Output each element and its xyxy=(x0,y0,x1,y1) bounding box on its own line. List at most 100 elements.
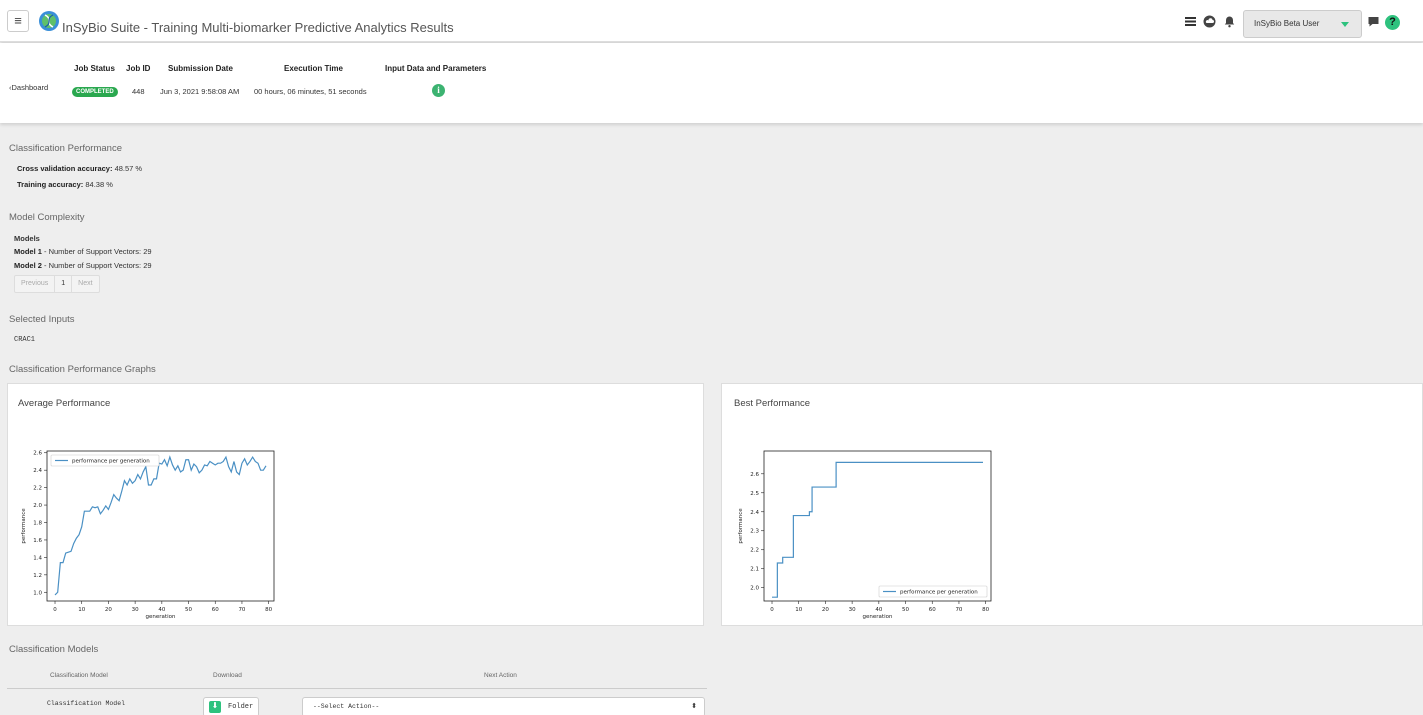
x-tick-label: 70 xyxy=(955,607,962,613)
x-tick-label: 50 xyxy=(185,607,192,613)
cv-accuracy: Cross validation accuracy: 48.57 % xyxy=(17,164,142,173)
x-tick-label: 60 xyxy=(212,607,219,613)
selected-input-value: CRAC1 xyxy=(14,336,36,344)
x-axis-label: generation xyxy=(863,614,893,620)
execution-time-value: 00 hours, 06 minutes, 51 seconds xyxy=(254,87,367,96)
x-tick-label: 70 xyxy=(238,607,245,613)
pagination-page-1[interactable]: 1 xyxy=(55,276,73,292)
help-icon[interactable]: ? xyxy=(1385,15,1400,30)
y-tick-label: 2.6 xyxy=(750,472,759,478)
y-tick-label: 2.5 xyxy=(750,491,759,497)
user-name: InSyBio Beta User xyxy=(1254,19,1320,28)
x-tick-label: 0 xyxy=(770,607,774,613)
dashboard-label: Dashboard xyxy=(11,83,49,92)
y-tick-label: 2.3 xyxy=(750,529,759,535)
x-tick-label: 40 xyxy=(158,607,165,613)
x-tick-label: 60 xyxy=(929,607,936,613)
top-bar: ≡ InSyBio Suite - Training Multi-biomark… xyxy=(0,0,1423,42)
next-action-select[interactable]: --Select Action-- ⬍ xyxy=(302,697,705,715)
y-tick-label: 2.6 xyxy=(33,451,42,457)
y-tick-label: 2.4 xyxy=(750,510,759,516)
hamburger-menu-icon[interactable]: ≡ xyxy=(7,10,29,32)
y-axis-label: performance xyxy=(738,508,744,544)
x-tick-label: 30 xyxy=(849,607,856,613)
select-arrows-icon: ⬍ xyxy=(691,703,697,711)
cv-accuracy-value: 48.57 % xyxy=(114,164,143,173)
pagination: Previous 1 Next xyxy=(14,275,100,293)
column-next-action: Next Action xyxy=(484,672,517,679)
y-tick-label: 1.2 xyxy=(33,573,42,579)
y-tick-label: 1.4 xyxy=(33,555,42,561)
classification-models-title: Classification Models xyxy=(9,644,99,655)
insybio-logo-icon xyxy=(39,11,59,31)
training-accuracy-value: 84.38 % xyxy=(85,180,113,189)
user-dropdown[interactable]: InSyBio Beta User xyxy=(1243,10,1362,38)
job-id-header: Job ID xyxy=(126,64,151,73)
download-icon: ⬇ xyxy=(209,701,221,713)
model-complexity-title: Model Complexity xyxy=(9,212,85,223)
x-tick-label: 80 xyxy=(982,607,989,613)
y-tick-label: 2.0 xyxy=(750,586,759,592)
x-tick-label: 40 xyxy=(875,607,882,613)
plot-frame xyxy=(763,450,992,602)
model-1-text: - Number of Support Vectors: 29 xyxy=(44,247,152,256)
dashboard-back-link[interactable]: ‹Dashboard xyxy=(9,83,48,92)
bell-icon[interactable] xyxy=(1223,15,1236,28)
job-status-header: Job Status xyxy=(74,64,115,73)
column-download: Download xyxy=(213,672,242,679)
best-performance-chart: 0 10 20 30 40 50 60 70 80 2.0 2.1 2.2 2.3 2.4 2.5 2.6 ge… xyxy=(738,450,992,620)
list-icon[interactable] xyxy=(1184,15,1197,28)
training-accuracy: Training accuracy: 84.38 % xyxy=(17,180,113,189)
y-tick-label: 2.0 xyxy=(33,503,42,509)
submission-date-header: Submission Date xyxy=(168,64,233,73)
model-1-label: Model 1 xyxy=(14,247,42,256)
average-performance-chart: 0 10 20 30 40 50 60 70 80 1.0 1.2 1.4 1.6 1.8 2.0 2.2 2.… xyxy=(21,450,275,620)
x-axis-label: generation xyxy=(146,614,176,620)
x-tick-label: 10 xyxy=(795,607,802,613)
model-2-text: - Number of Support Vectors: 29 xyxy=(44,261,152,270)
legend-label: performance per generation xyxy=(72,459,150,465)
job-id-value: 448 xyxy=(132,87,145,96)
y-tick-label: 1.8 xyxy=(33,521,42,527)
x-tick-label: 10 xyxy=(78,607,85,613)
y-tick-label: 2.2 xyxy=(750,548,759,554)
average-performance-card: Average Performance 0 10 20 30 40 50 60 70 80 1.0… xyxy=(7,383,704,626)
x-tick-label: 0 xyxy=(53,607,57,613)
folder-label: Folder xyxy=(228,703,254,711)
cv-accuracy-label: Cross validation accuracy: xyxy=(17,164,113,173)
status-badge: COMPLETED xyxy=(72,87,118,97)
legend-label: performance per generation xyxy=(900,590,978,596)
y-tick-label: 2.1 xyxy=(750,567,759,573)
x-tick-label: 20 xyxy=(105,607,112,613)
model-2-label: Model 2 xyxy=(14,261,42,270)
y-tick-label: 1.0 xyxy=(33,590,42,596)
execution-time-header: Execution Time xyxy=(284,64,343,73)
input-data-header: Input Data and Parameters xyxy=(385,64,487,73)
training-accuracy-label: Training accuracy: xyxy=(17,180,84,189)
y-axis-label: performance xyxy=(21,508,27,544)
cloud-icon[interactable] xyxy=(1203,15,1216,28)
model-1-row: Model 1 - Number of Support Vectors: 29 xyxy=(14,247,152,256)
x-tick-label: 20 xyxy=(822,607,829,613)
job-summary-panel: ‹Dashboard Job Status Job ID Submission … xyxy=(0,43,1423,123)
x-tick-label: 50 xyxy=(902,607,909,613)
pagination-previous[interactable]: Previous xyxy=(15,276,56,292)
chat-icon[interactable] xyxy=(1367,15,1380,28)
info-icon[interactable]: i xyxy=(432,84,445,97)
next-action-value: --Select Action-- xyxy=(313,703,380,710)
x-tick-label: 80 xyxy=(265,607,272,613)
submission-date-value: Jun 3, 2021 9:58:08 AM xyxy=(160,87,240,96)
models-label: Models xyxy=(14,234,40,243)
model-2-row: Model 2 - Number of Support Vectors: 29 xyxy=(14,261,152,270)
y-tick-label: 1.6 xyxy=(33,538,42,544)
page-title: InSyBio Suite - Training Multi-biomarker… xyxy=(62,20,454,35)
column-classification-model: Classification Model xyxy=(50,672,108,679)
pagination-next[interactable]: Next xyxy=(72,276,98,292)
chevron-down-icon xyxy=(1341,22,1349,27)
graphs-title: Classification Performance Graphs xyxy=(9,364,156,375)
classification-performance-title: Classification Performance xyxy=(9,143,122,154)
y-tick-label: 2.2 xyxy=(33,486,42,492)
download-folder-button[interactable]: ⬇ Folder xyxy=(203,697,259,715)
model-row-name: Classification Model xyxy=(47,700,126,707)
x-tick-label: 30 xyxy=(132,607,139,613)
